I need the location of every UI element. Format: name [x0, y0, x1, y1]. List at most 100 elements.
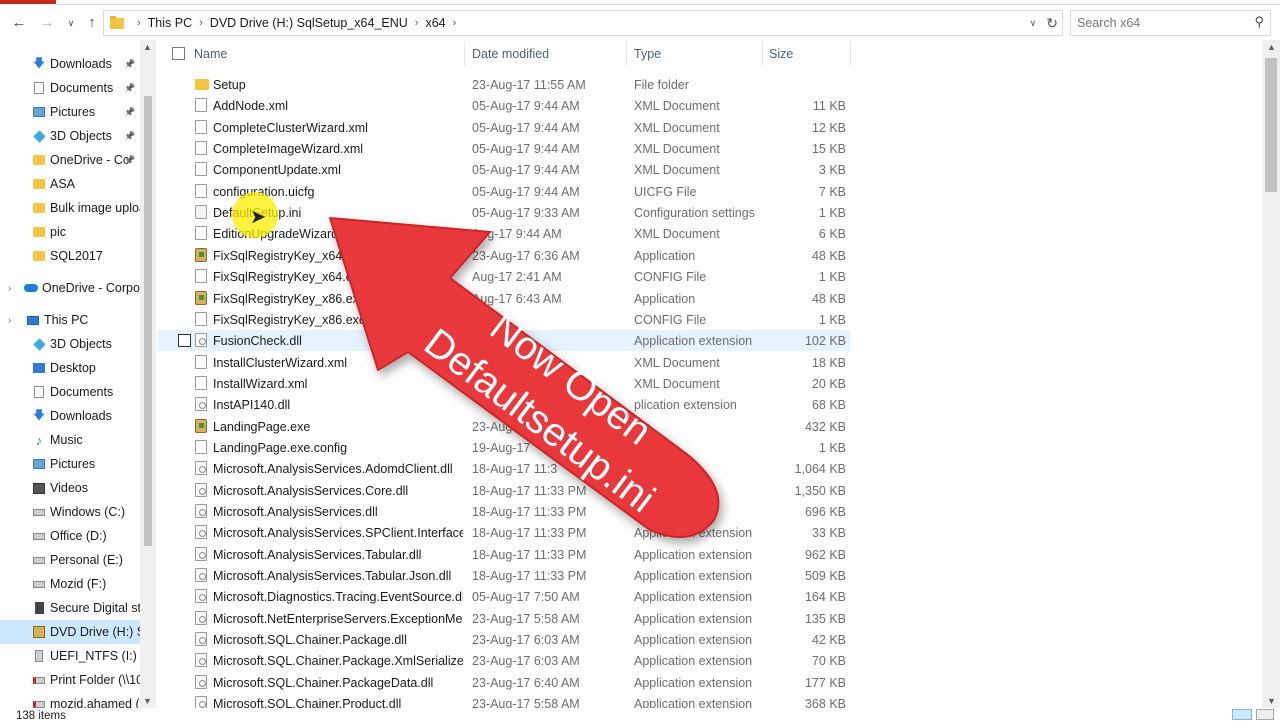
column-header-type[interactable]: Type [634, 47, 661, 61]
sidebar-item[interactable]: ASA [0, 172, 140, 196]
address-bar[interactable]: › This PC › DVD Drive (H:) SqlSetup_x64_… [103, 10, 1063, 36]
file-row[interactable]: Microsoft.NetEnterpriseServers.Exception… [158, 608, 850, 629]
file-row[interactable]: LandingPage.exe 23-Aug-17 ion 432 KB [158, 416, 850, 437]
sidebar-item[interactable]: UEFI_NTFS (I:) [0, 644, 140, 668]
file-row[interactable]: Microsoft.Diagnostics.Tracing.EventSourc… [158, 586, 850, 607]
sidebar-item[interactable]: Videos [0, 476, 140, 500]
breadcrumb-this-pc[interactable]: This PC [148, 16, 192, 30]
file-row[interactable]: Microsoft.SQL.Chainer.Package.XmlSeriali… [158, 650, 850, 671]
file-row[interactable]: FixSqlRegistryKey_x86.exe.co 41 AM CONFIG … [158, 309, 850, 330]
sidebar-item[interactable]: 3D Objects 📌 [0, 124, 140, 148]
sidebar-item[interactable]: pic [0, 220, 140, 244]
file-date: Aug-17 9:44 AM [472, 227, 562, 242]
file-type: Application extension [634, 697, 753, 708]
file-date: 05-Aug-17 9:44 AM [472, 163, 580, 178]
file-row[interactable]: ComponentUpdate.xml 05-Aug-17 9:44 AM XML … [158, 159, 850, 180]
scroll-down-icon[interactable]: ▼ [1267, 696, 1276, 706]
file-row[interactable]: CompleteClusterWizard.xml 05-Aug-17 9:44 … [158, 117, 850, 138]
sidebar-item[interactable]: Documents [0, 380, 140, 404]
search-icon[interactable]: ⚲ [1254, 14, 1264, 30]
sidebar-item[interactable]: Desktop [0, 356, 140, 380]
row-checkbox[interactable] [178, 334, 191, 348]
file-row[interactable]: Microsoft.SQL.Chainer.Package.dll 23-Aug-… [158, 629, 850, 650]
sidebar-item[interactable]: Secure Digital st [0, 596, 140, 620]
column-divider[interactable] [626, 42, 627, 66]
chevron-down-icon[interactable]: ∨ [64, 10, 78, 36]
details-view-icon[interactable] [1232, 709, 1252, 720]
sidebar-item[interactable]: SQL2017 [0, 244, 140, 268]
sidebar-item[interactable]: Pictures [0, 452, 140, 476]
refresh-icon[interactable]: ↻ [1046, 15, 1058, 32]
file-row[interactable]: FixSqlRegistryKey_x86.exe Aug-17 6:43 AM A… [158, 288, 850, 309]
sidebar-item[interactable]: Documents 📌 [0, 76, 140, 100]
sidebar-item[interactable]: Windows (C:) [0, 500, 140, 524]
chevron-down-icon[interactable]: ∨ [1030, 18, 1037, 29]
sidebar-item[interactable]: ♪ Music [0, 428, 140, 452]
file-row[interactable]: Microsoft.SQL.Chainer.PackageData.dll 23-… [158, 672, 850, 693]
search-input[interactable] [1071, 11, 1241, 35]
large-icons-view-icon[interactable] [1256, 709, 1274, 720]
breadcrumb-separator-icon[interactable]: › [137, 17, 141, 29]
sidebar-item[interactable]: 🡇 Downloads 📌 [0, 52, 140, 76]
column-header-size[interactable]: Size [769, 47, 793, 61]
column-divider[interactable] [762, 42, 763, 66]
expand-chevron-icon[interactable]: › [8, 283, 11, 294]
file-date: Aug-17 6:43 AM [472, 291, 562, 306]
sidebar-item[interactable]: Pictures 📌 [0, 100, 140, 124]
sidebar-item[interactable]: 🡇 Downloads [0, 404, 140, 428]
file-row[interactable]: CompleteImageWizard.xml 05-Aug-17 9:44 AM… [158, 138, 850, 159]
breadcrumb-separator-icon[interactable]: › [453, 17, 457, 29]
up-arrow-icon[interactable]: ↑ [83, 10, 101, 36]
scroll-up-icon[interactable]: ▲ [1267, 42, 1276, 52]
file-list-scroll-thumb[interactable] [1265, 58, 1277, 192]
column-header-date[interactable]: Date modified [472, 47, 549, 61]
file-row[interactable]: Microsoft.AnalysisServices.AdomdClient.d… [158, 458, 850, 479]
breadcrumb-separator-icon[interactable]: › [199, 17, 203, 29]
sidebar-item[interactable]: This PC › [0, 308, 140, 332]
sidebar-item[interactable]: Bulk image uploa [0, 196, 140, 220]
file-type: XML Document [634, 142, 720, 157]
sidebar-item[interactable]: DVD Drive (H:) S [0, 620, 140, 644]
forward-arrow-icon[interactable]: → [38, 10, 56, 36]
sidebar-item[interactable]: Print Folder (\\10 [0, 668, 140, 692]
column-header-name[interactable]: Name [194, 47, 227, 61]
expand-chevron-icon[interactable]: › [8, 315, 11, 326]
sidebar-item[interactable]: OneDrive - Cc 📌 [0, 148, 140, 172]
file-row[interactable]: Setup 23-Aug-17 11:55 AM File folder [158, 74, 850, 95]
file-type: Application extension [634, 590, 753, 605]
file-row[interactable]: Microsoft.AnalysisServices.SPClient.Inte… [158, 522, 850, 543]
breadcrumb-dvd-drive[interactable]: DVD Drive (H:) SqlSetup_x64_ENU [210, 16, 408, 30]
sidebar-item[interactable]: Mozid (F:) [0, 572, 140, 596]
scroll-down-icon[interactable]: ▼ [143, 696, 152, 706]
file-row[interactable]: Microsoft.AnalysisServices.Core.dll 18-Au… [158, 480, 850, 501]
file-row[interactable]: AddNode.xml 05-Aug-17 9:44 AM XML Document… [158, 95, 850, 116]
column-divider[interactable] [850, 42, 851, 66]
file-row[interactable]: Microsoft.AnalysisServices.Tabular.dll 18… [158, 544, 850, 565]
file-row[interactable]: FixSqlRegistryKey_x64.ex 23-Aug-17 6:36 A… [158, 245, 850, 266]
file-row[interactable]: FusionCheck.dll AM Application extension 10… [158, 330, 850, 352]
file-row[interactable]: Microsoft.AnalysisServices.Tabular.Json.… [158, 565, 850, 586]
file-row[interactable]: Microsoft.SQL.Chainer.Product.dll 23-Aug-… [158, 693, 850, 708]
sidebar-item[interactable]: mozid.ahamed ( [0, 692, 140, 708]
file-row[interactable]: InstallClusterWizard.xml XML Document 18 K… [158, 352, 850, 373]
sidebar-item[interactable]: OneDrive - Corpo › [0, 276, 140, 300]
breadcrumb-x64[interactable]: x64 [425, 16, 445, 30]
back-arrow-icon[interactable]: ← [10, 10, 28, 36]
sidebar-scroll-thumb[interactable] [144, 96, 152, 546]
sidebar-scrollbar[interactable]: ▲ ▼ [140, 40, 156, 708]
breadcrumb-separator-icon[interactable]: › [415, 17, 419, 29]
file-row[interactable]: InstAPI140.dll plication extension 68 KB [158, 394, 850, 415]
file-row[interactable]: Microsoft.AnalysisServices.dll 18-Aug-17 … [158, 501, 850, 522]
column-divider[interactable] [464, 42, 465, 66]
sidebar-item[interactable]: Office (D:) [0, 524, 140, 548]
file-list-scrollbar[interactable]: ▲ ▼ [1262, 40, 1280, 708]
file-row[interactable]: FixSqlRegistryKey_x64.exe Aug-17 2:41 AM C… [158, 266, 850, 287]
search-box[interactable]: ⚲ [1070, 10, 1271, 36]
file-row[interactable]: LandingPage.exe.config 19-Aug-17 1 KB [158, 437, 850, 458]
item-count: 138 items [16, 710, 66, 722]
scroll-up-icon[interactable]: ▲ [143, 42, 152, 52]
sidebar-item[interactable]: 3D Objects [0, 332, 140, 356]
sidebar-item[interactable]: Personal (E:) [0, 548, 140, 572]
file-row[interactable]: InstallWizard.xml XML Document 20 KB [158, 373, 850, 394]
select-all-checkbox[interactable] [172, 47, 185, 60]
